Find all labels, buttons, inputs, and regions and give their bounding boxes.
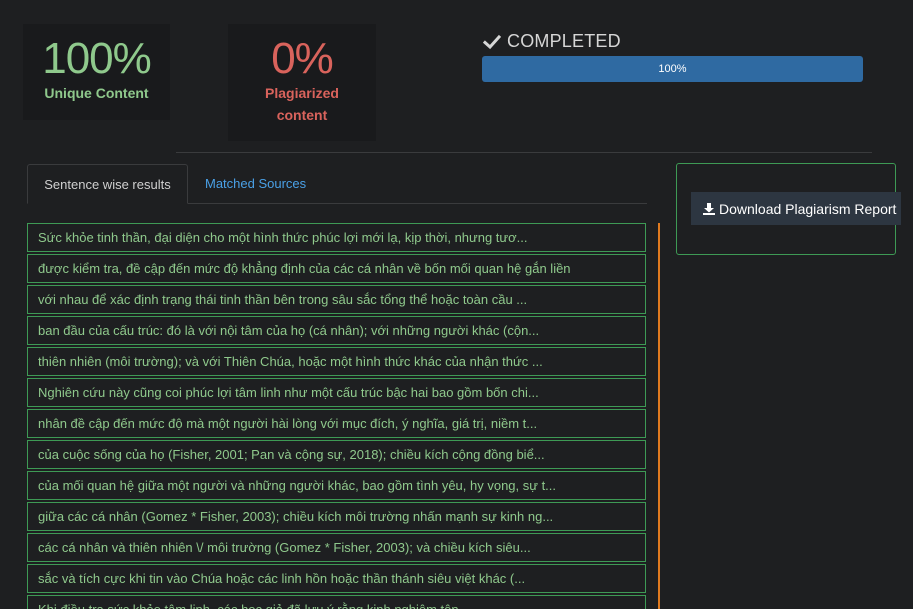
- sentence-row[interactable]: được kiểm tra, đề cập đến mức độ khẳng đ…: [27, 254, 646, 283]
- completion-status: COMPLETED: [483, 31, 621, 52]
- sentence-row[interactable]: thiên nhiên (môi trường); và với Thiên C…: [27, 347, 646, 376]
- unique-content-value: 100%: [42, 34, 152, 83]
- sentence-row[interactable]: Nghiên cứu này cũng coi phúc lợi tâm lin…: [27, 378, 646, 407]
- sentence-results-list: Sức khỏe tinh thần, đại diện cho một hìn…: [27, 223, 646, 609]
- status-text: COMPLETED: [507, 31, 621, 51]
- scrollbar[interactable]: [658, 223, 660, 609]
- sentence-row[interactable]: ban đầu của cấu trúc: đó là với nội tâm …: [27, 316, 646, 345]
- progress-label: 100%: [658, 63, 687, 75]
- plagiarized-content-card: 0% Plagiarized content: [228, 24, 376, 141]
- sentence-row[interactable]: nhân đề cập đến mức độ mà một người hài …: [27, 409, 646, 438]
- sentence-row[interactable]: các cá nhân và thiên nhiên \/ môi trường…: [27, 533, 646, 562]
- sentence-row[interactable]: của cuộc sống của họ (Fisher, 2001; Pan …: [27, 440, 646, 469]
- plagiarized-content-label-line2: content: [276, 107, 328, 123]
- tab-matched-sources[interactable]: Matched Sources: [205, 164, 306, 204]
- section-divider: [176, 152, 872, 153]
- plagiarized-content-label-line1: Plagiarized: [265, 85, 339, 101]
- tab-sentence-wise-results[interactable]: Sentence wise results: [27, 164, 188, 204]
- sentence-row[interactable]: của mối quan hệ giữa một người và những …: [27, 471, 646, 500]
- sentence-row[interactable]: với nhau để xác định trạng thái tinh thầ…: [27, 285, 646, 314]
- download-report-label: Download Plagiarism Report: [719, 200, 897, 217]
- plagiarized-content-value: 0%: [271, 34, 334, 83]
- progress-bar: 100%: [482, 56, 863, 82]
- sentence-row[interactable]: Khi điều tra sức khỏe tâm linh, các học …: [27, 595, 646, 609]
- results-tabs: Sentence wise results Matched Sources: [27, 164, 647, 204]
- progress-fill: 100%: [482, 56, 863, 82]
- sentence-row[interactable]: Sức khỏe tinh thần, đại diện cho một hìn…: [27, 223, 646, 252]
- download-icon: [703, 202, 715, 215]
- check-icon: [483, 34, 501, 49]
- unique-content-card: 100% Unique Content: [23, 24, 170, 120]
- download-report-button[interactable]: Download Plagiarism Report: [691, 192, 901, 225]
- unique-content-label: Unique Content: [44, 85, 149, 101]
- sentence-row[interactable]: giữa các cá nhân (Gomez * Fisher, 2003);…: [27, 502, 646, 531]
- sentence-row[interactable]: sắc và tích cực khi tin vào Chúa hoặc cá…: [27, 564, 646, 593]
